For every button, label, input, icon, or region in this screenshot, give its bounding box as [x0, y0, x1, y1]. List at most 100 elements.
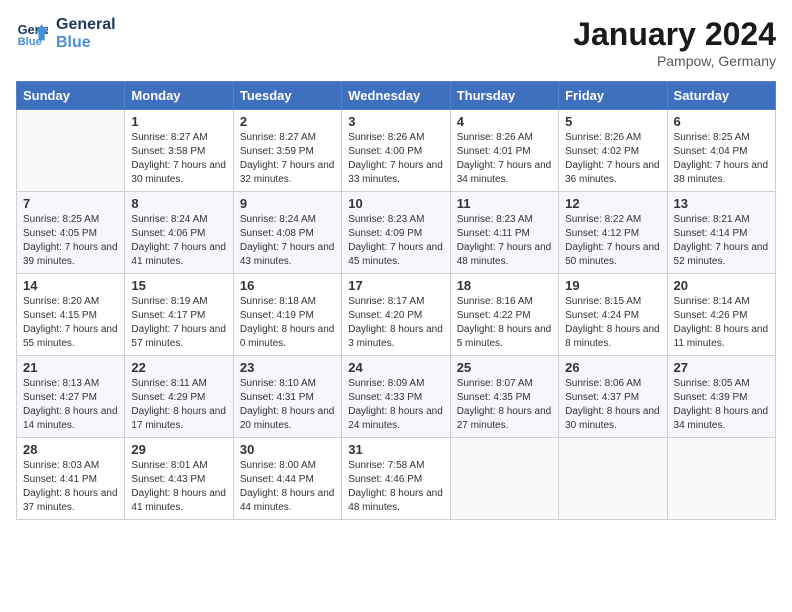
calendar-cell: 28 Sunrise: 8:03 AMSunset: 4:41 PMDayligh… — [17, 438, 125, 520]
column-header-saturday: Saturday — [667, 82, 775, 110]
calendar-cell: 2 Sunrise: 8:27 AMSunset: 3:59 PMDaylight… — [233, 110, 341, 192]
day-info: Sunrise: 8:20 AMSunset: 4:15 PMDaylight:… — [23, 295, 118, 351]
svg-text:Blue: Blue — [18, 36, 42, 48]
day-info: Sunrise: 8:11 AMSunset: 4:29 PMDaylight:… — [131, 377, 226, 433]
calendar-cell: 11 Sunrise: 8:23 AMSunset: 4:11 PMDayligh… — [450, 192, 558, 274]
calendar-cell: 21Sunrise: 8:13 AMSunset: 4:27 PMDayligh… — [17, 356, 125, 438]
day-info: Sunrise: 8:10 AMSunset: 4:31 PMDaylight:… — [240, 377, 335, 433]
calendar-cell: 17Sunrise: 8:17 AMSunset: 4:20 PMDayligh… — [342, 274, 450, 356]
day-number: 7 — [23, 196, 118, 211]
day-number: 25 — [457, 360, 552, 375]
day-info: Sunrise: 8:07 AMSunset: 4:35 PMDaylight:… — [457, 377, 552, 433]
day-number: 6 — [674, 114, 769, 129]
day-info: Sunrise: 8:26 AMSunset: 4:01 PMDaylight:… — [457, 131, 552, 187]
day-number: 24 — [348, 360, 443, 375]
day-info: Sunrise: 8:03 AMSunset: 4:41 PMDaylight:… — [23, 459, 118, 515]
calendar-cell: 24 Sunrise: 8:09 AMSunset: 4:33 PMDayligh… — [342, 356, 450, 438]
calendar-cell: 29 Sunrise: 8:01 AMSunset: 4:43 PMDayligh… — [125, 438, 233, 520]
day-info: Sunrise: 8:23 AMSunset: 4:11 PMDaylight:… — [457, 213, 552, 269]
calendar-cell: 9Sunrise: 8:24 AMSunset: 4:08 PMDaylight… — [233, 192, 341, 274]
calendar-table: SundayMondayTuesdayWednesdayThursdayFrid… — [16, 81, 776, 520]
calendar-cell: 22 Sunrise: 8:11 AMSunset: 4:29 PMDayligh… — [125, 356, 233, 438]
calendar-cell: 27 Sunrise: 8:05 AMSunset: 4:39 PMDayligh… — [667, 356, 775, 438]
column-header-sunday: Sunday — [17, 82, 125, 110]
calendar-cell: 16Sunrise: 8:18 AMSunset: 4:19 PMDayligh… — [233, 274, 341, 356]
day-number: 16 — [240, 278, 335, 293]
day-number: 14 — [23, 278, 118, 293]
day-number: 4 — [457, 114, 552, 129]
day-info: Sunrise: 8:23 AMSunset: 4:09 PMDaylight:… — [348, 213, 443, 269]
month-title: January 2024 — [573, 16, 776, 53]
calendar-cell: 30 Sunrise: 8:00 AMSunset: 4:44 PMDayligh… — [233, 438, 341, 520]
calendar-cell — [667, 438, 775, 520]
day-number: 19 — [565, 278, 660, 293]
calendar-cell: 15Sunrise: 8:19 AMSunset: 4:17 PMDayligh… — [125, 274, 233, 356]
calendar-cell — [559, 438, 667, 520]
day-number: 11 — [457, 196, 552, 211]
logo-text-general: General — [56, 16, 116, 34]
day-info: Sunrise: 8:16 AMSunset: 4:22 PMDaylight:… — [457, 295, 552, 351]
day-info: Sunrise: 8:26 AMSunset: 4:02 PMDaylight:… — [565, 131, 660, 187]
day-number: 29 — [131, 442, 226, 457]
day-number: 1 — [131, 114, 226, 129]
calendar-week-2: 7 Sunrise: 8:25 AMSunset: 4:05 PMDaylight… — [17, 192, 776, 274]
calendar-cell: 18 Sunrise: 8:16 AMSunset: 4:22 PMDayligh… — [450, 274, 558, 356]
calendar-cell: 20 Sunrise: 8:14 AMSunset: 4:26 PMDayligh… — [667, 274, 775, 356]
calendar-cell: 14 Sunrise: 8:20 AMSunset: 4:15 PMDayligh… — [17, 274, 125, 356]
page-header: General Blue General Blue January 2024 P… — [16, 16, 776, 69]
day-number: 10 — [348, 196, 443, 211]
column-header-tuesday: Tuesday — [233, 82, 341, 110]
calendar-cell: 7 Sunrise: 8:25 AMSunset: 4:05 PMDaylight… — [17, 192, 125, 274]
day-number: 28 — [23, 442, 118, 457]
day-info: Sunrise: 8:00 AMSunset: 4:44 PMDaylight:… — [240, 459, 335, 515]
day-info: Sunrise: 8:26 AMSunset: 4:00 PMDaylight:… — [348, 131, 443, 187]
calendar-week-5: 28 Sunrise: 8:03 AMSunset: 4:41 PMDayligh… — [17, 438, 776, 520]
column-header-thursday: Thursday — [450, 82, 558, 110]
day-number: 18 — [457, 278, 552, 293]
calendar-cell: 25 Sunrise: 8:07 AMSunset: 4:35 PMDayligh… — [450, 356, 558, 438]
day-info: Sunrise: 8:27 AMSunset: 3:59 PMDaylight:… — [240, 131, 335, 187]
day-info: Sunrise: 8:27 AMSunset: 3:58 PMDaylight:… — [131, 131, 226, 187]
day-info: Sunrise: 7:58 AMSunset: 4:46 PMDaylight:… — [348, 459, 443, 515]
day-number: 12 — [565, 196, 660, 211]
day-info: Sunrise: 8:19 AMSunset: 4:17 PMDaylight:… — [131, 295, 226, 351]
day-number: 13 — [674, 196, 769, 211]
day-number: 2 — [240, 114, 335, 129]
day-info: Sunrise: 8:05 AMSunset: 4:39 PMDaylight:… — [674, 377, 769, 433]
day-number: 5 — [565, 114, 660, 129]
day-number: 31 — [348, 442, 443, 457]
day-number: 27 — [674, 360, 769, 375]
calendar-header-row: SundayMondayTuesdayWednesdayThursdayFrid… — [17, 82, 776, 110]
day-info: Sunrise: 8:25 AMSunset: 4:05 PMDaylight:… — [23, 213, 118, 269]
day-number: 8 — [131, 196, 226, 211]
calendar-cell: 8 Sunrise: 8:24 AMSunset: 4:06 PMDaylight… — [125, 192, 233, 274]
day-info: Sunrise: 8:24 AMSunset: 4:06 PMDaylight:… — [131, 213, 226, 269]
day-number: 20 — [674, 278, 769, 293]
day-number: 3 — [348, 114, 443, 129]
calendar-cell — [17, 110, 125, 192]
calendar-week-4: 21Sunrise: 8:13 AMSunset: 4:27 PMDayligh… — [17, 356, 776, 438]
location: Pampow, Germany — [573, 53, 776, 69]
column-header-wednesday: Wednesday — [342, 82, 450, 110]
day-info: Sunrise: 8:25 AMSunset: 4:04 PMDaylight:… — [674, 131, 769, 187]
day-info: Sunrise: 8:01 AMSunset: 4:43 PMDaylight:… — [131, 459, 226, 515]
calendar-cell: 12Sunrise: 8:22 AMSunset: 4:12 PMDayligh… — [559, 192, 667, 274]
logo: General Blue General Blue — [16, 16, 116, 51]
day-info: Sunrise: 8:13 AMSunset: 4:27 PMDaylight:… — [23, 377, 118, 433]
calendar-week-3: 14 Sunrise: 8:20 AMSunset: 4:15 PMDayligh… — [17, 274, 776, 356]
day-info: Sunrise: 8:15 AMSunset: 4:24 PMDaylight:… — [565, 295, 660, 351]
day-number: 9 — [240, 196, 335, 211]
calendar-cell: 1 Sunrise: 8:27 AMSunset: 3:58 PMDaylight… — [125, 110, 233, 192]
calendar-cell: 19 Sunrise: 8:15 AMSunset: 4:24 PMDayligh… — [559, 274, 667, 356]
logo-text-blue: Blue — [56, 34, 116, 52]
day-info: Sunrise: 8:09 AMSunset: 4:33 PMDaylight:… — [348, 377, 443, 433]
day-number: 22 — [131, 360, 226, 375]
column-header-friday: Friday — [559, 82, 667, 110]
calendar-cell: 3 Sunrise: 8:26 AMSunset: 4:00 PMDaylight… — [342, 110, 450, 192]
day-info: Sunrise: 8:14 AMSunset: 4:26 PMDaylight:… — [674, 295, 769, 351]
day-number: 30 — [240, 442, 335, 457]
calendar-cell: 6 Sunrise: 8:25 AMSunset: 4:04 PMDaylight… — [667, 110, 775, 192]
calendar-cell: 23 Sunrise: 8:10 AMSunset: 4:31 PMDayligh… — [233, 356, 341, 438]
calendar-cell — [450, 438, 558, 520]
day-number: 23 — [240, 360, 335, 375]
